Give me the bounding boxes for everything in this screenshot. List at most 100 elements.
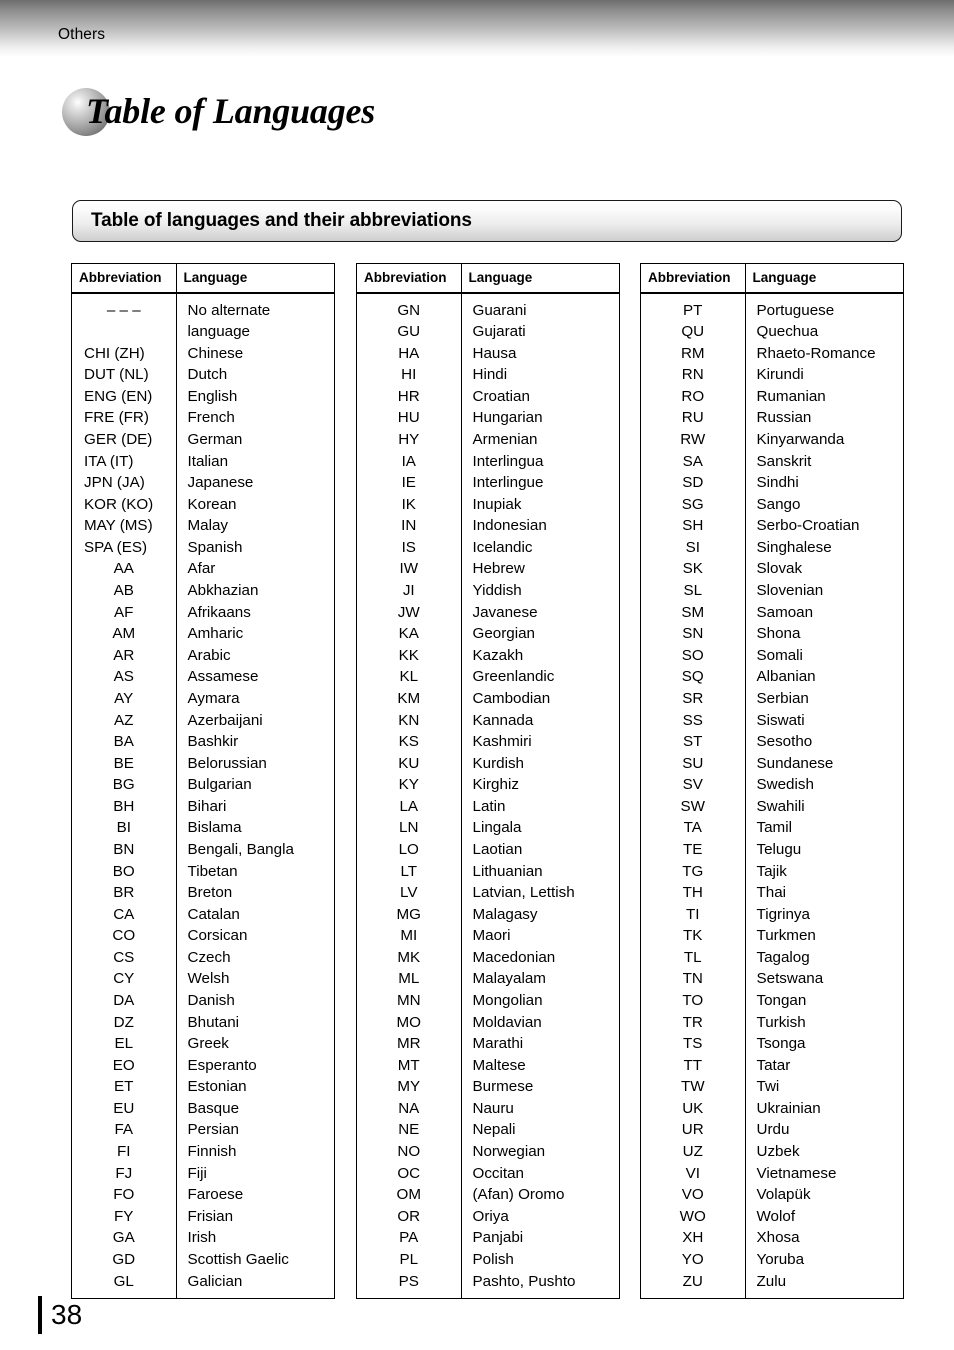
cell-language: Finnish — [187, 1143, 237, 1161]
cell-language-line-2: language — [187, 323, 251, 341]
cell-language: Welsh — [187, 970, 230, 988]
table-row: BE Belorussian — [72, 752, 334, 775]
table-row: CS Czech — [72, 946, 334, 969]
table-row: DZ Bhutani — [72, 1011, 334, 1034]
table-row: TG Tajik — [641, 860, 903, 883]
cell-abbreviation: JI — [357, 580, 462, 602]
cell-abbreviation: AA — [72, 558, 177, 581]
cell-abbreviation: SS — [641, 709, 746, 732]
table-row: AB Abkhazian — [72, 580, 334, 602]
cell-language: Uzbek — [756, 1143, 800, 1161]
table-row: SPA (ES) Spanish — [72, 536, 334, 559]
cell-language: Arabic — [187, 646, 231, 664]
table-row: BA Bashkir — [72, 731, 334, 753]
cell-language: Azerbaijani — [187, 711, 263, 729]
cell-abbreviation: VI — [641, 1162, 746, 1185]
cell-abbreviation: AR — [72, 644, 177, 667]
running-head-bar: Others — [0, 0, 954, 57]
table-row: FO Faroese — [72, 1184, 334, 1206]
cell-language: Quechua — [756, 323, 819, 341]
cell-language: Inupiak — [472, 495, 522, 513]
cell-language: Kirundi — [756, 366, 804, 384]
table-row: YO Yoruba — [641, 1248, 903, 1271]
cell-abbreviation: TE — [641, 838, 746, 861]
cell-abbreviation: BH — [72, 795, 177, 818]
cell-abbreviation: KK — [357, 644, 462, 667]
cell-language: Yoruba — [756, 1250, 805, 1268]
cell-language: Fiji — [187, 1164, 207, 1182]
cell-language: Siswati — [756, 711, 805, 729]
cell-language: Bashkir — [187, 733, 239, 751]
table-row: SU Sundanese — [641, 752, 903, 775]
table-row: GN Guarani — [357, 292, 619, 322]
cell-abbreviation: SA — [641, 450, 746, 473]
section-banner-title: Table of languages and their abbreviatio… — [91, 210, 472, 231]
table-row: FA Persian — [72, 1119, 334, 1142]
table-row: PA Panjabi — [357, 1227, 619, 1249]
cell-language: Tongan — [756, 992, 807, 1010]
table-row: DA Danish — [72, 990, 334, 1012]
cell-language: Marathi — [472, 1035, 524, 1053]
cell-abbreviation: DZ — [72, 1011, 177, 1034]
table-row: TH Thai — [641, 882, 903, 904]
cell-abbreviation: CA — [72, 903, 177, 926]
cell-language: Czech — [187, 948, 231, 966]
table-row: AR Arabic — [72, 644, 334, 667]
cell-abbreviation: CHI (ZH) — [72, 342, 177, 365]
language-table: Abbreviation Language – – – No alternate lan… — [72, 264, 334, 1299]
cell-abbreviation: BO — [72, 860, 177, 883]
table-row: TT Tatar — [641, 1054, 903, 1077]
table-row: IK Inupiak — [357, 493, 619, 516]
cell-language: Macedonian — [472, 948, 556, 966]
table-row: NO Norwegian — [357, 1141, 619, 1163]
cell-abbreviation: SQ — [641, 666, 746, 688]
cell-language: Vietnamese — [756, 1164, 837, 1182]
cell-abbreviation: LT — [357, 860, 462, 883]
cell-language: Albanian — [756, 668, 816, 686]
cell-abbreviation: SW — [641, 795, 746, 818]
cell-abbreviation: MI — [357, 925, 462, 947]
cell-abbreviation: SU — [641, 752, 746, 775]
table-row: RW Kinyarwanda — [641, 428, 903, 451]
table-row: KN Kannada — [357, 709, 619, 732]
cell-language: Russian — [756, 409, 812, 427]
cell-language: Slovak — [756, 560, 803, 578]
cell-abbreviation: EU — [72, 1097, 177, 1120]
column-header-language: Language — [461, 264, 619, 294]
cell-language: Breton — [187, 884, 233, 902]
cell-language: Assamese — [187, 668, 259, 686]
cell-language: Mongolian — [472, 992, 543, 1010]
cell-abbreviation: TN — [641, 968, 746, 991]
table-row: UK Ukrainian — [641, 1097, 903, 1120]
table-row: AZ Azerbaijani — [72, 709, 334, 732]
column-header-language: Language — [745, 264, 903, 294]
table-row: LO Laotian — [357, 838, 619, 861]
table-row: MAY (MS) Malay — [72, 515, 334, 537]
cell-language: Danish — [187, 992, 235, 1010]
table-row: HI Hindi — [357, 364, 619, 386]
cell-language: Aymara — [187, 689, 240, 707]
cell-language: Bislama — [187, 819, 242, 837]
cell-language: Swedish — [756, 776, 814, 794]
cell-abbreviation: UK — [641, 1097, 746, 1120]
cell-language: Telugu — [756, 840, 802, 858]
cell-abbreviation: TO — [641, 990, 746, 1012]
cell-abbreviation: DA — [72, 990, 177, 1012]
table-row: HR Croatian — [357, 385, 619, 408]
cell-abbreviation: ET — [72, 1076, 177, 1098]
table-row: TK Turkmen — [641, 925, 903, 947]
cell-abbreviation: SV — [641, 774, 746, 796]
cell-language: Pashto, Pushto — [472, 1272, 576, 1290]
cell-abbreviation: WO — [641, 1205, 746, 1228]
table-row: MY Burmese — [357, 1076, 619, 1098]
cell-abbreviation: QU — [641, 321, 746, 343]
cell-language: Basque — [187, 1099, 240, 1117]
cell-language: Croatian — [472, 387, 530, 405]
cell-language: Sundanese — [756, 754, 834, 772]
cell-language: Kirghiz — [472, 776, 519, 794]
cell-language: Occitan — [472, 1164, 525, 1182]
table-row: ML Malayalam — [357, 968, 619, 991]
cell-language: Hungarian — [472, 409, 543, 427]
cell-abbreviation: IS — [357, 536, 462, 559]
language-table-column-2: Abbreviation Language GN Guarani GU Gujarati H… — [356, 263, 620, 1300]
